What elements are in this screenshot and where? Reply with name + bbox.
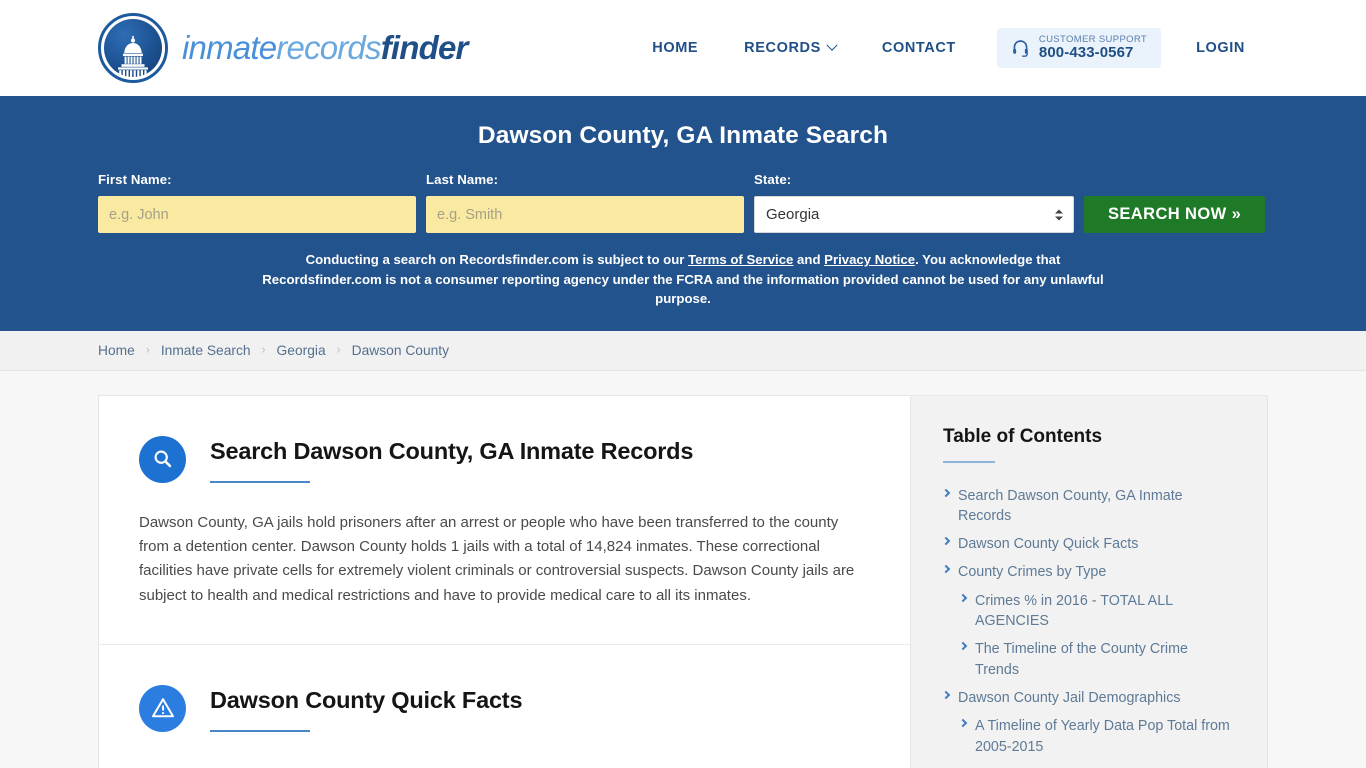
chevron-right-icon [958,719,968,728]
toc-item[interactable]: Search Dawson County, GA Inmate Records [941,486,1235,527]
page-title: Dawson County, GA Inmate Search [477,122,889,149]
state-select[interactable]: Georgia [754,196,1074,233]
logo-wordmark: inmaterecordsfinder [182,29,468,67]
title-underline [210,729,310,732]
site-header: inmaterecordsfinder HOME RECORDS CONTACT [0,0,1366,96]
toc-link[interactable]: Crimes % in 2016 - TOTAL ALL AGENCIES [975,591,1235,632]
toc-underline [943,460,995,463]
magnifier-icon [139,435,186,483]
chevron-right-icon [941,565,951,574]
state-field-group: State: Georgia [754,172,1074,233]
section-quick-facts: Dawson County Quick Facts [99,643,910,768]
site-logo[interactable]: inmaterecordsfinder [98,13,468,83]
last-name-label: Last Name: [426,172,499,187]
toc-link[interactable]: Search Dawson County, GA Inmate Records [958,486,1235,527]
breadcrumb-item-inmate-search[interactable]: Inmate Search [161,343,251,358]
nav-item-home-label: HOME [652,40,699,56]
nav-item-contact[interactable]: CONTACT [859,30,979,66]
section-title-search-records: Search Dawson County, GA Inmate Records [210,437,694,464]
warning-triangle-icon [139,684,186,732]
chevron-right-icon [941,536,951,546]
main-navigation: HOME RECORDS CONTACT CUSTOMER SUPPORT 80 [629,28,1268,68]
section-search-records: Search Dawson County, GA Inmate Records … [99,396,910,644]
breadcrumb-item-dawson-county: Dawson County [351,342,450,358]
customer-support-phone: 800-433-0567 [1038,44,1134,62]
breadcrumb-separator-icon: › [261,342,266,357]
headset-icon [1011,39,1030,58]
chevron-down-icon [826,39,838,51]
terms-of-service-link[interactable]: Terms of Service [688,252,793,267]
section-body-search-records: Dawson County, GA jails hold prisoners a… [139,513,855,604]
capitol-dome-icon [98,13,168,83]
toc-link[interactable]: Dawson County Quick Facts [958,534,1138,554]
toc-item[interactable]: Dawson County Jail Demographics [941,688,1235,708]
title-underline [210,480,310,483]
nav-item-login-label: LOGIN [1196,40,1245,56]
customer-support-button[interactable]: CUSTOMER SUPPORT 800-433-0567 [996,28,1162,68]
first-name-input[interactable] [98,196,416,233]
nav-item-contact-label: CONTACT [881,40,956,56]
chevron-right-icon [941,488,951,497]
toc-link[interactable]: County Crimes by Type [958,562,1106,582]
toc-link[interactable]: A Timeline of Yearly Data Pop Total from… [975,716,1235,757]
nav-item-login[interactable]: LOGIN [1173,30,1268,66]
search-disclaimer: Conducting a search on Recordsfinder.com… [253,250,1113,309]
toc-item[interactable]: Crimes % in 2016 - TOTAL ALL AGENCIES [943,591,1235,632]
privacy-notice-link[interactable]: Privacy Notice [824,252,915,267]
nav-item-records-label: RECORDS [744,40,821,56]
table-of-contents-sidebar: Table of Contents Search Dawson County, … [910,394,1268,768]
logo-text-inmate: inmate [182,29,277,66]
toc-item[interactable]: County Crimes by Type [941,562,1235,582]
last-name-input[interactable] [426,196,744,233]
state-label: State: [754,172,792,187]
first-name-field-group: First Name: [98,172,416,233]
toc-link[interactable]: The Timeline of the County Crime Trends [975,639,1235,680]
disclaimer-part-1: Conducting a search on Recordsfinder.com… [305,252,689,267]
main-content-card: Search Dawson County, GA Inmate Records … [98,394,910,768]
logo-text-records: records [276,29,381,66]
toc-title: Table of Contents [943,425,1103,447]
chevron-right-icon [958,593,968,603]
toc-item[interactable]: The Timeline of the County Crime Trends [943,639,1235,680]
nav-item-home[interactable]: HOME [629,30,721,66]
hero-search-section: Dawson County, GA Inmate Search First Na… [0,96,1366,331]
toc-link[interactable]: Dawson County Jail Demographics [958,688,1181,708]
last-name-field-group: Last Name: [426,172,744,233]
toc-item[interactable]: A Timeline of Yearly Data Pop Total from… [943,716,1235,757]
page-body: Search Dawson County, GA Inmate Records … [0,371,1366,768]
chevron-right-icon [941,690,951,700]
chevron-right-icon [958,642,968,651]
breadcrumb-item-georgia[interactable]: Georgia [277,343,326,358]
logo-text-finder: finder [380,29,469,66]
nav-item-records[interactable]: RECORDS [721,30,859,66]
breadcrumb-separator-icon: › [336,342,341,357]
first-name-label: First Name: [98,172,172,187]
breadcrumb-separator-icon: › [145,342,150,357]
breadcrumb: Home › Inmate Search › Georgia › Dawson … [98,343,449,358]
section-title-quick-facts: Dawson County Quick Facts [210,686,523,713]
disclaimer-part-2: and [793,252,825,267]
breadcrumb-item-home[interactable]: Home [98,343,135,358]
search-now-button[interactable]: SEARCH NOW » [1084,196,1266,233]
breadcrumb-bar: Home › Inmate Search › Georgia › Dawson … [0,330,1366,371]
toc-item[interactable]: Dawson County Quick Facts [941,534,1235,554]
toc-list: Search Dawson County, GA Inmate Records … [941,486,1235,757]
inmate-search-form: First Name: Last Name: State: Georgia SE… [98,172,1268,233]
